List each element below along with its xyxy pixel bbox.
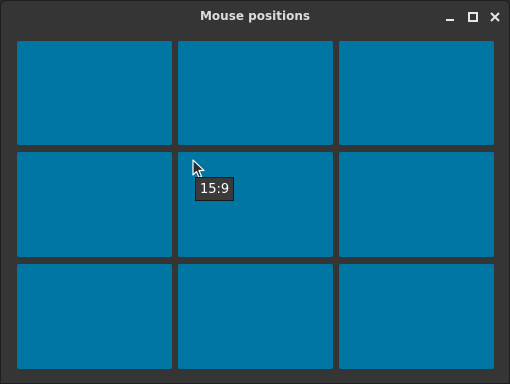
- maximize-button[interactable]: [465, 9, 481, 25]
- position-tooltip: 15:9: [195, 177, 235, 201]
- app-window: Mouse positions 15:9: [0, 0, 510, 384]
- minimize-button[interactable]: [442, 9, 458, 25]
- grid-cell-1-1[interactable]: [17, 41, 172, 145]
- arrow-cursor-icon: [192, 159, 205, 179]
- grid-cell-1-2[interactable]: [178, 41, 333, 145]
- grid-cell-2-3[interactable]: [339, 152, 494, 257]
- grid-cell-2-1[interactable]: [17, 152, 172, 257]
- mouse-position-grid: [17, 41, 495, 369]
- grid-cell-3-1[interactable]: [17, 264, 172, 369]
- maximize-icon: [468, 12, 478, 22]
- grid-cell-1-3[interactable]: [339, 41, 494, 145]
- window-title: Mouse positions: [199, 9, 311, 23]
- close-icon: [490, 12, 500, 22]
- grid-cell-3-3[interactable]: [339, 264, 494, 369]
- title-bar[interactable]: Mouse positions: [1, 1, 509, 33]
- minimize-icon: [446, 19, 454, 21]
- close-button[interactable]: [487, 9, 503, 25]
- grid-cell-3-2[interactable]: [178, 264, 333, 369]
